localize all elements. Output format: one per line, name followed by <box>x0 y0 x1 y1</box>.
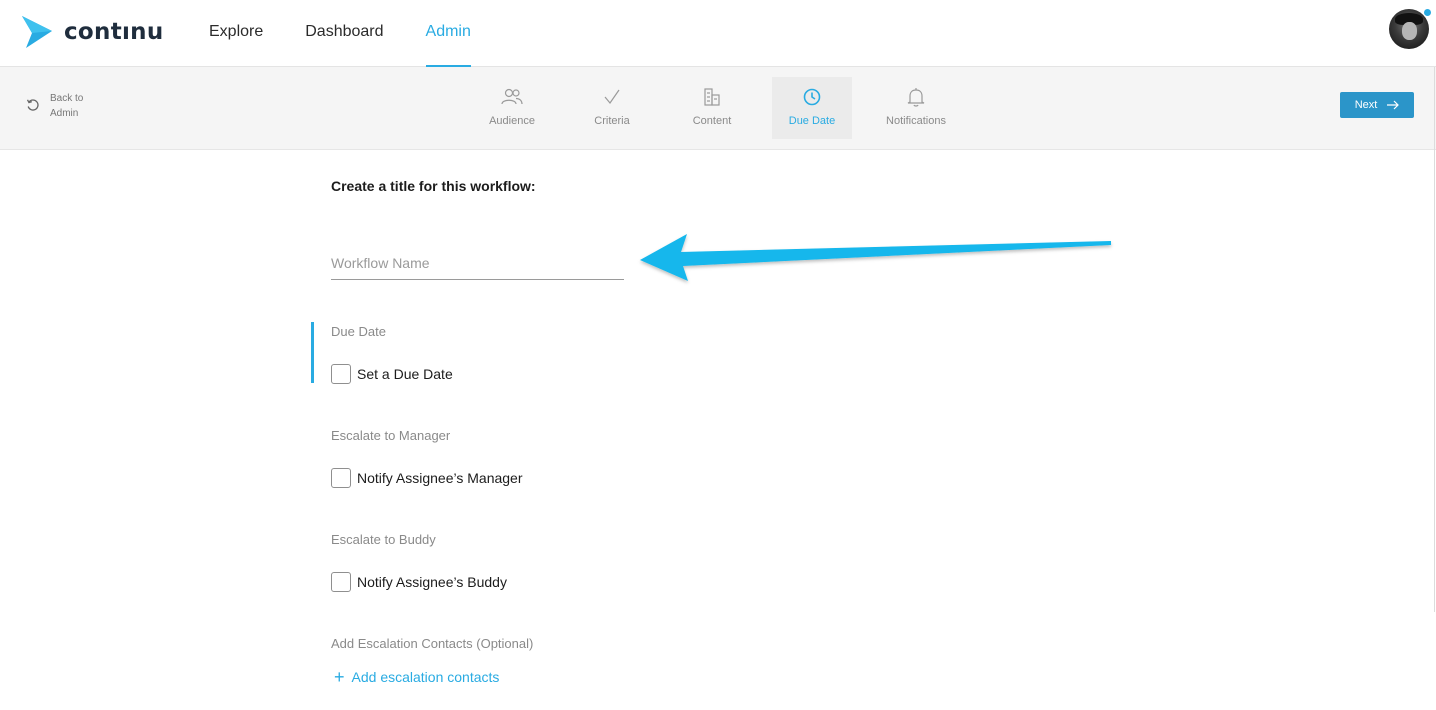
notify-buddy-label[interactable]: Notify Assignee’s Buddy <box>357 574 507 590</box>
notify-manager-label[interactable]: Notify Assignee’s Manager <box>357 470 523 486</box>
escalate-buddy-section-label: Escalate to Buddy <box>331 532 436 547</box>
notification-dot <box>1423 8 1432 17</box>
back-to-admin-link[interactable]: Back to Admin <box>26 91 90 121</box>
notify-buddy-row[interactable]: Notify Assignee’s Buddy <box>331 572 507 592</box>
main-nav: Explore Dashboard Admin <box>209 0 513 67</box>
step-due-date-label: Due Date <box>788 115 836 127</box>
step-notifications-label: Notifications <box>886 115 946 127</box>
back-line-2: Admin <box>50 108 79 119</box>
workflow-name-input[interactable] <box>331 247 624 280</box>
nav-dashboard[interactable]: Dashboard <box>305 0 383 67</box>
due-date-section-label: Due Date <box>331 324 386 339</box>
undo-icon <box>26 99 39 111</box>
step-audience-label: Audience <box>489 115 535 127</box>
continu-logo[interactable]: contınu <box>22 16 164 48</box>
workflow-steps-bar: Back to Admin Audience Criteria Content … <box>0 67 1436 150</box>
next-button[interactable]: Next <box>1340 92 1414 118</box>
nav-explore[interactable]: Explore <box>209 0 263 67</box>
notify-manager-row[interactable]: Notify Assignee’s Manager <box>331 468 523 488</box>
form-title: Create a title for this workflow: <box>331 178 536 194</box>
logo-wordmark: contınu <box>64 19 164 45</box>
callout-arrow-icon <box>640 234 1111 281</box>
building-icon <box>704 88 720 106</box>
step-content-label: Content <box>692 115 732 127</box>
back-to-admin-text: Back to Admin <box>50 91 90 121</box>
step-audience[interactable]: Audience <box>472 77 552 139</box>
notify-buddy-checkbox[interactable] <box>331 572 351 592</box>
check-icon <box>604 89 620 104</box>
step-criteria-label: Criteria <box>594 115 630 127</box>
set-due-date-checkbox[interactable] <box>331 364 351 384</box>
top-navbar: contınu Explore Dashboard Admin <box>0 0 1436 67</box>
next-button-label: Next <box>1354 99 1378 111</box>
step-due-date[interactable]: Due Date <box>772 77 852 139</box>
back-line-1: Back to <box>50 93 84 104</box>
plus-icon: + <box>334 667 345 687</box>
step-criteria[interactable]: Criteria <box>572 77 652 139</box>
set-due-date-row[interactable]: Set a Due Date <box>331 364 453 384</box>
nav-admin[interactable]: Admin <box>425 0 471 67</box>
escalation-contacts-section-label: Add Escalation Contacts (Optional) <box>331 636 534 651</box>
add-escalation-contacts-link[interactable]: + Add escalation contacts <box>334 667 500 687</box>
escalate-manager-section-label: Escalate to Manager <box>331 428 451 443</box>
avatar-face <box>1402 22 1417 40</box>
add-escalation-contacts-label: Add escalation contacts <box>351 669 500 685</box>
active-section-indicator <box>311 322 314 383</box>
logo-chevron-icon <box>22 16 52 48</box>
scrollbar-track[interactable] <box>1434 67 1435 612</box>
clock-icon <box>803 88 821 106</box>
bell-icon <box>907 88 925 107</box>
step-notifications[interactable]: Notifications <box>872 77 960 139</box>
step-tabs: Audience Criteria Content Due Date Notif… <box>472 77 980 139</box>
set-due-date-label[interactable]: Set a Due Date <box>357 366 453 382</box>
notify-manager-checkbox[interactable] <box>331 468 351 488</box>
users-icon <box>501 88 523 105</box>
arrow-right-icon <box>1387 100 1400 110</box>
step-content[interactable]: Content <box>672 77 752 139</box>
